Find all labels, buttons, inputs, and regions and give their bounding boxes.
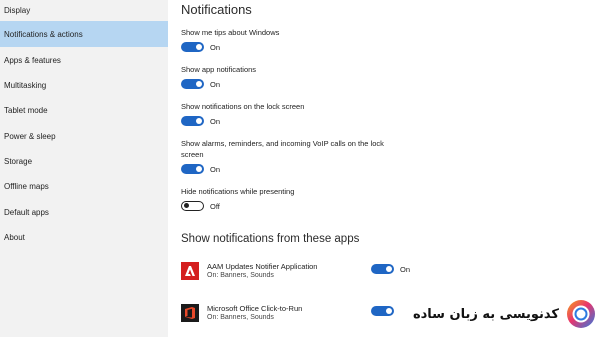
aam-toggle[interactable] (371, 264, 394, 274)
app-notifications-toggle[interactable] (181, 79, 204, 89)
watermark: کدنویسی به زبان ساده (397, 294, 597, 334)
app-toggle-row: On (371, 264, 410, 274)
app-row-aam: AAM Updates Notifier Application On: Ban… (181, 262, 441, 288)
toggle-row-tips: On (181, 41, 220, 53)
watermark-logo-icon (567, 300, 595, 328)
adobe-icon (181, 262, 199, 280)
setting-label-lock-screen: Show notifications on the lock screen (181, 102, 305, 111)
sidebar-item-offline-maps[interactable]: Offline maps (0, 173, 168, 199)
setting-label-hide-presenting: Hide notifications while presenting (181, 187, 295, 196)
sidebar-item-about[interactable]: About (0, 224, 168, 250)
lock-screen-toggle-state: On (210, 116, 221, 126)
toggle-row-hide-presenting: Off (181, 200, 220, 212)
toggle-row-alarms-voip: On (181, 163, 220, 175)
sidebar-item-storage[interactable]: Storage (0, 148, 168, 174)
toggle-row-lock-screen: On (181, 115, 220, 127)
app-name: AAM Updates Notifier Application (207, 262, 318, 271)
app-name: Microsoft Office Click-to-Run (207, 304, 303, 313)
watermark-text: کدنویسی به زبان ساده (412, 306, 559, 322)
hide-presenting-toggle-state: Off (210, 201, 220, 211)
setting-label-tips: Show me tips about Windows (181, 28, 280, 37)
sidebar-item-apps-features[interactable]: Apps & features (0, 47, 168, 73)
sidebar-item-tablet-mode[interactable]: Tablet mode (0, 97, 168, 123)
app-detail: On: Banners, Sounds (207, 272, 274, 279)
page-title: Notifications (181, 2, 252, 17)
sidebar-item-power-sleep[interactable]: Power & sleep (0, 123, 168, 149)
app-toggle-row (371, 306, 394, 316)
lock-screen-toggle[interactable] (181, 116, 204, 126)
tips-toggle-state: On (210, 42, 221, 52)
apps-section-title: Show notifications from these apps (181, 233, 360, 245)
alarms-voip-toggle-state: On (210, 164, 221, 174)
sidebar-item-multitasking[interactable]: Multitasking (0, 72, 168, 98)
sidebar-item-display[interactable]: Display (0, 0, 168, 23)
office-toggle[interactable] (371, 306, 394, 316)
app-detail: On: Banners, Sounds (207, 314, 274, 321)
setting-label-app-notifications: Show app notifications (181, 65, 257, 74)
sidebar-item-notifications-actions[interactable]: Notifications & actions (0, 21, 168, 47)
aam-toggle-state: On (400, 264, 411, 274)
toggle-row-app-notifications: On (181, 78, 220, 90)
tips-toggle[interactable] (181, 42, 204, 52)
setting-label-alarms-voip: Show alarms, reminders, and incoming VoI… (181, 139, 384, 159)
alarms-voip-toggle[interactable] (181, 164, 204, 174)
app-notifications-toggle-state: On (210, 79, 221, 89)
settings-main-pane: Notifications Show me tips about Windows… (168, 0, 600, 337)
hide-presenting-toggle[interactable] (181, 201, 204, 211)
sidebar-item-default-apps[interactable]: Default apps (0, 199, 168, 225)
settings-sidebar: Display Notifications & actions Apps & f… (0, 0, 168, 337)
office-icon (181, 304, 199, 322)
